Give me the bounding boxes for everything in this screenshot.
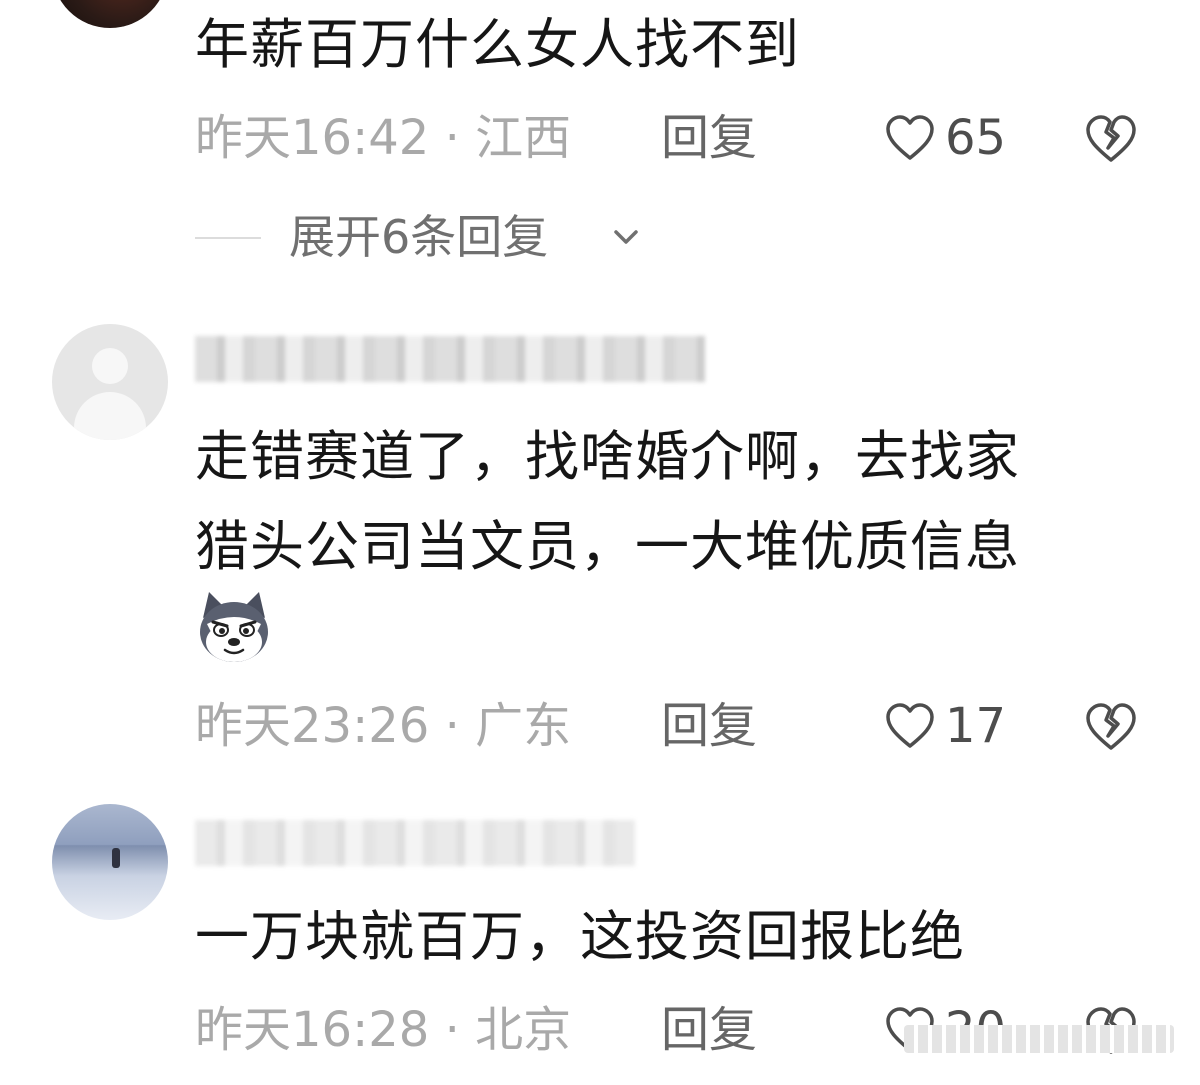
- heart-icon: [886, 703, 934, 748]
- comment-text: 猎头公司当文员，一大堆优质信息: [195, 515, 1020, 578]
- like-count: 17: [945, 698, 1007, 754]
- dog-emoji-icon: [200, 592, 268, 662]
- comment-meta: 昨天16:42 · 江西 回复 65: [195, 106, 1155, 170]
- watermark: [904, 1025, 1174, 1053]
- comment-text: 走错赛道了，找啥婚介啊，去找家: [195, 425, 1020, 488]
- heart-icon: [886, 115, 934, 160]
- avatar-shoulders: [74, 392, 146, 440]
- reply-button[interactable]: 回复: [661, 106, 757, 170]
- comment-item: 年薪百万什么女人找不到 昨天16:42 · 江西 回复 65 展开6条回复: [0, 0, 1200, 280]
- comment-time-location: 昨天16:28 · 北京: [195, 1002, 572, 1058]
- expand-divider: [195, 237, 261, 239]
- avatar[interactable]: [52, 324, 168, 440]
- avatar-figure: [112, 848, 120, 868]
- reply-button[interactable]: 回复: [661, 998, 757, 1062]
- expand-replies-label: 展开6条回复: [289, 210, 549, 264]
- avatar-head: [92, 348, 128, 384]
- like-count: 65: [945, 110, 1007, 166]
- avatar[interactable]: [52, 804, 168, 920]
- comment-meta: 昨天23:26 · 广东 回复 17: [195, 694, 1155, 758]
- comment-text: 年薪百万什么女人找不到: [195, 13, 800, 76]
- comment-time-location: 昨天23:26 · 广东: [195, 698, 572, 754]
- chevron-down-icon: [614, 230, 638, 244]
- avatar[interactable]: [52, 0, 168, 28]
- username-blurred[interactable]: [195, 336, 705, 382]
- comment-text: 一万块就百万，这投资回报比绝: [195, 905, 965, 968]
- comment-time-location: 昨天16:42 · 江西: [195, 110, 572, 166]
- broken-heart-icon[interactable]: [1085, 114, 1137, 164]
- username-blurred[interactable]: [195, 820, 635, 866]
- reply-button[interactable]: 回复: [661, 694, 757, 758]
- broken-heart-icon[interactable]: [1085, 702, 1137, 752]
